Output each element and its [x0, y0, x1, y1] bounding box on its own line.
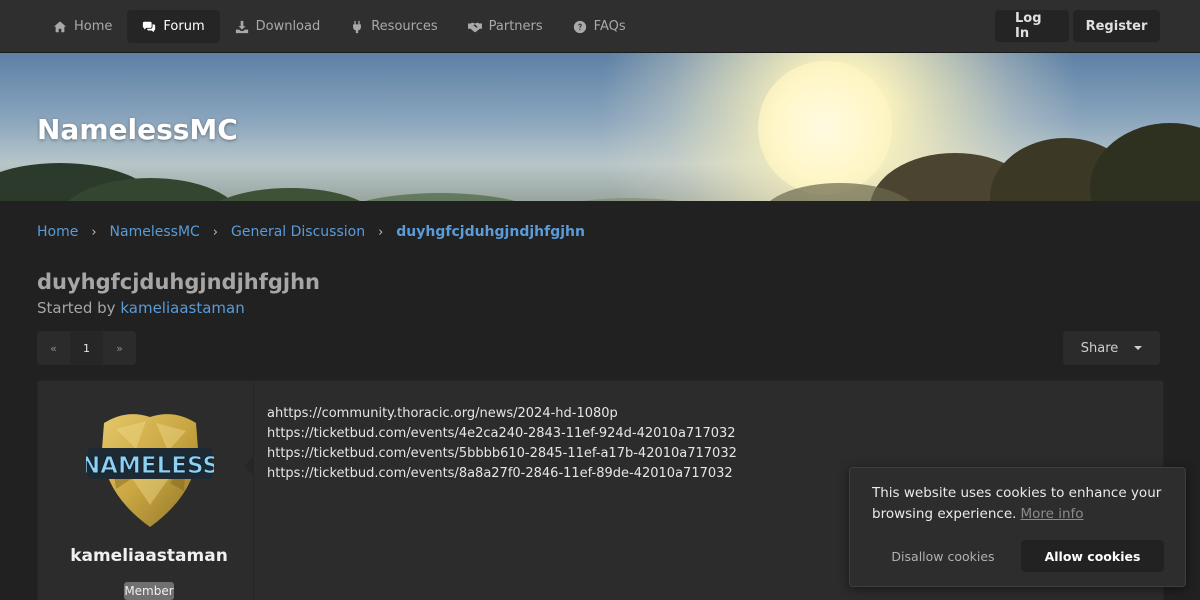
role-badge: Member [124, 582, 174, 600]
breadcrumb-forum[interactable]: NamelessMC [110, 224, 200, 240]
breadcrumb-category[interactable]: General Discussion [231, 224, 365, 240]
plug-icon [353, 20, 362, 33]
cookie-more-info-link[interactable]: More info [1020, 506, 1083, 522]
avatar-logo-text: NAMELESS [86, 453, 214, 479]
chevron-right-icon: › [212, 224, 218, 240]
nav-item-label: Download [255, 19, 321, 34]
share-label: Share [1080, 340, 1119, 356]
share-dropdown-button[interactable]: Share [1063, 331, 1160, 365]
pagination-prev-button[interactable]: « [37, 331, 70, 365]
site-banner: NamelessMC [0, 53, 1200, 201]
started-by-label: Started by [37, 299, 116, 317]
pagination-page-1[interactable]: 1 [70, 331, 103, 365]
home-icon [53, 20, 67, 32]
post-line: https://ticketbud.com/events/4e2ca240-28… [267, 426, 736, 441]
cookie-consent-popup: This website uses cookies to enhance you… [849, 467, 1186, 587]
handshake-icon [467, 22, 482, 32]
nav-item-label: Home [74, 19, 113, 34]
post-line: https://ticketbud.com/events/8a8a27f0-28… [267, 466, 733, 481]
breadcrumb: Home › NamelessMC › General Discussion ›… [37, 224, 585, 240]
register-button[interactable]: Register [1073, 10, 1160, 42]
nav-item-home[interactable]: Home [38, 10, 127, 43]
nav-item-label: Resources [371, 19, 438, 34]
breadcrumb-current[interactable]: duyhgfcjduhgjndjhfgjhn [396, 224, 585, 240]
auth-buttons: Log In Register [995, 10, 1160, 42]
top-navbar: Home Forum Download Resources Partners F… [0, 0, 1200, 53]
caret-down-icon [1134, 346, 1143, 350]
nav-menu: Home Forum Download Resources Partners F… [38, 10, 641, 43]
question-circle-icon [573, 20, 586, 33]
breadcrumb-home[interactable]: Home [37, 224, 78, 240]
nav-item-download[interactable]: Download [220, 10, 336, 43]
post-line: https://ticketbud.com/events/5bbbb610-28… [267, 446, 737, 461]
post-author-panel: NAMELESS kameliaastaman Member [38, 381, 254, 600]
nav-item-forum[interactable]: Forum [127, 10, 220, 43]
nav-item-label: Partners [488, 19, 543, 34]
disallow-cookies-button[interactable]: Disallow cookies [872, 540, 1014, 572]
avatar[interactable]: NAMELESS [86, 409, 214, 529]
cookie-message: This website uses cookies to enhance you… [872, 483, 1172, 525]
post-body: ahttps://community.thoracic.org/news/202… [267, 404, 737, 484]
chevron-right-icon: › [378, 224, 384, 240]
pagination: « 1 » [37, 331, 136, 365]
pagination-next-button[interactable]: » [103, 331, 136, 365]
nav-item-resources[interactable]: Resources [335, 10, 452, 43]
post-pointer-arrow [244, 457, 253, 475]
topic-title: duyhgfcjduhgjndjhfgjhn [37, 270, 320, 294]
download-icon [235, 20, 248, 33]
banner-sun [758, 61, 892, 195]
cookie-message-text: This website uses cookies to enhance you… [872, 485, 1162, 522]
post-username[interactable]: kameliaastaman [38, 546, 260, 566]
chevron-right-icon: › [91, 224, 97, 240]
allow-cookies-button[interactable]: Allow cookies [1021, 540, 1164, 572]
nav-item-label: Forum [163, 19, 205, 34]
nav-item-partners[interactable]: Partners [453, 10, 558, 43]
nav-item-label: FAQs [593, 19, 626, 34]
comments-icon [143, 21, 156, 32]
login-button[interactable]: Log In [995, 10, 1069, 42]
topic-author-link[interactable]: kameliaastaman [120, 299, 244, 317]
site-title[interactable]: NamelessMC [37, 113, 238, 146]
nav-item-faqs[interactable]: FAQs [558, 10, 641, 43]
post-line: ahttps://community.thoracic.org/news/202… [267, 406, 618, 421]
topic-meta: Started by kameliaastaman [37, 299, 245, 317]
